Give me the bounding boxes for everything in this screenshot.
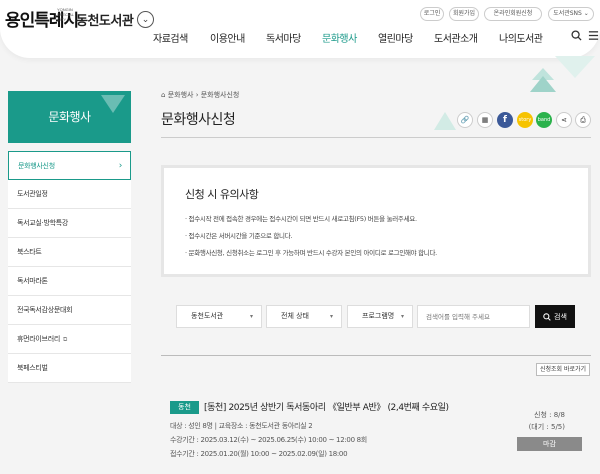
program-title-link[interactable]: [동천] 2025년 상반기 독서동아리 《일반부 A반》 (2,4번째 수요일… <box>204 400 449 413</box>
field-select[interactable]: 프로그램명 ▾ <box>347 305 413 328</box>
search-button[interactable]: 검색 <box>535 305 575 328</box>
search-button-label: 검색 <box>554 312 567 321</box>
notice-item: · 접수시간은 서버시간을 기준으로 합니다. <box>185 232 293 240</box>
library-select-chevron-icon[interactable]: ⌄ <box>137 11 154 28</box>
sidebar-item-label: 독서마라톤 <box>17 277 48 285</box>
sidebar-item-schedule[interactable]: 도서관일정 <box>8 180 131 209</box>
qrcode-icon[interactable]: ▦ <box>477 112 493 128</box>
list-divider <box>161 355 591 356</box>
library-select[interactable]: 동천도서관 ▾ <box>176 305 262 328</box>
breadcrumb: ⌂ 문화행사 › 문화행사신청 <box>161 90 239 100</box>
tree-decoration-icon <box>530 68 556 92</box>
sns-link[interactable]: 도서관SNS ⌄ <box>548 7 594 21</box>
sidebar-item-label: 전국독서감상문대회 <box>17 306 73 314</box>
sidebar-item-label: 도서관일정 <box>17 190 48 198</box>
sidebar-item-reading-class[interactable]: 독서교실·방학특강 <box>8 209 131 238</box>
closed-status-button: 마감 <box>517 437 582 451</box>
nav-search[interactable]: 자료검색 <box>153 30 188 45</box>
link-icon[interactable]: 🔗 <box>457 112 473 128</box>
nav-open[interactable]: 열린마당 <box>378 30 413 45</box>
nav-mylib[interactable]: 나의도서관 <box>499 30 543 45</box>
notice-box: 신청 시 유의사항 · 접수시작 전에 접속한 경우에는 접수시간이 되면 반드… <box>161 165 591 277</box>
sidebar-item-culture-apply[interactable]: 문화행사신청 › <box>8 151 131 180</box>
status-select[interactable]: 전체 상태 ▾ <box>266 305 342 328</box>
apply-lookup-shortcut-button[interactable]: 신청조회 바로가기 <box>536 363 590 376</box>
sns-link-label: 도서관SNS <box>553 10 582 17</box>
sidebar-item-marathon[interactable]: 독서마라톤 <box>8 267 131 296</box>
share-icon[interactable]: ⋖ <box>556 112 572 128</box>
nav-culture[interactable]: 문화행사 <box>322 30 357 45</box>
chevron-down-icon: ▾ <box>249 313 253 320</box>
notice-title: 신청 시 유의사항 <box>185 188 259 201</box>
kakaostory-icon[interactable]: story <box>517 112 533 128</box>
nav-about[interactable]: 도서관소개 <box>434 30 478 45</box>
sidebar-item-label: 북스타트 <box>17 248 42 256</box>
title-divider <box>161 137 591 138</box>
breadcrumb-item[interactable]: 문화행사신청 <box>201 91 240 99</box>
external-link-icon: ⧉ <box>62 336 67 343</box>
search-icon[interactable] <box>571 30 582 44</box>
library-name[interactable]: 동천도서관 <box>76 10 134 29</box>
search-icon <box>543 312 551 321</box>
print-icon[interactable]: ⎙ <box>575 112 591 128</box>
library-select-value: 동천도서관 <box>191 312 224 320</box>
menu-icon[interactable] <box>588 30 599 44</box>
status-select-value: 전체 상태 <box>281 312 309 320</box>
login-link[interactable]: 로그인 <box>420 7 444 21</box>
pattern-decoration-icon <box>555 56 595 78</box>
facebook-icon[interactable]: f <box>497 112 513 128</box>
sidebar-title-text: 문화행사 <box>48 110 91 124</box>
sidebar-item-label: 문화행사신청 <box>18 162 55 170</box>
city-logo-sub: YONGIN SPECIAL CITY <box>57 7 74 22</box>
page-title: 문화행사신청 <box>161 112 236 128</box>
sidebar-menu: 문화행사신청 › 도서관일정 독서교실·방학특강 북스타트 독서마라톤 전국독서… <box>8 151 131 383</box>
online-member-link[interactable]: 온라인회원신청 <box>484 7 542 21</box>
home-icon[interactable]: ⌂ <box>161 91 165 99</box>
sidebar-item-human-library[interactable]: 휴먼라이브러리 ⧉ <box>8 325 131 354</box>
program-period: 수강기간 : 2025.03.12(수) ~ 2025.06.25(수) 10:… <box>170 436 367 444</box>
sidebar-item-book-festival[interactable]: 북페스티벌 <box>8 354 131 383</box>
waiting-count: (대기 : 5/5) <box>528 423 565 431</box>
signup-link[interactable]: 회원가입 <box>449 7 479 21</box>
chevron-down-icon: ▾ <box>400 313 404 320</box>
program-place: 교육장소 : 동천도서관 동아리실 2 <box>218 422 313 430</box>
sidebar-item-label: 휴먼라이브러리 <box>17 335 60 343</box>
program-target-place: 대상 : 성인 8명 | 교육장소 : 동천도서관 동아리실 2 <box>170 421 313 431</box>
program-target: 대상 : 성인 8명 <box>170 422 213 430</box>
sidebar-item-label: 독서교실·방학특강 <box>17 219 69 227</box>
breadcrumb-item[interactable]: 문화행사 <box>168 91 194 99</box>
chevron-right-icon: › <box>118 161 123 171</box>
notice-item: · 문화행사신청, 신청취소는 로그인 후 가능하며 반드시 수강자 본인의 아… <box>185 249 437 257</box>
search-input[interactable] <box>417 305 530 328</box>
pattern-decoration-icon <box>101 95 125 113</box>
nav-reading[interactable]: 독서마당 <box>266 30 301 45</box>
notice-item: · 접수시작 전에 접속한 경우에는 접수시간이 되면 반드시 새로고침(F5)… <box>185 215 417 223</box>
program-apply-period: 접수기간 : 2025.01.20(월) 10:00 ~ 2025.02.09(… <box>170 450 348 458</box>
sidebar-item-label: 북페스티벌 <box>17 364 48 372</box>
tree-decoration-icon <box>434 112 456 130</box>
site-header: 용인특례시 YONGIN SPECIAL CITY 동천도서관 ⌄ 로그인 회원가입… <box>0 0 600 58</box>
library-badge: 동천 <box>170 401 199 414</box>
sidebar-title: 문화행사 <box>8 91 131 143</box>
sidebar-item-essay-contest[interactable]: 전국독서감상문대회 <box>8 296 131 325</box>
nav-guide[interactable]: 이용안내 <box>210 30 245 45</box>
band-icon[interactable]: band <box>536 112 552 128</box>
field-select-value: 프로그램명 <box>362 312 395 320</box>
seats-count: 신청 : 8/8 <box>534 411 565 419</box>
chevron-down-icon: ▾ <box>329 313 333 320</box>
sidebar-item-bookstart[interactable]: 북스타트 <box>8 238 131 267</box>
